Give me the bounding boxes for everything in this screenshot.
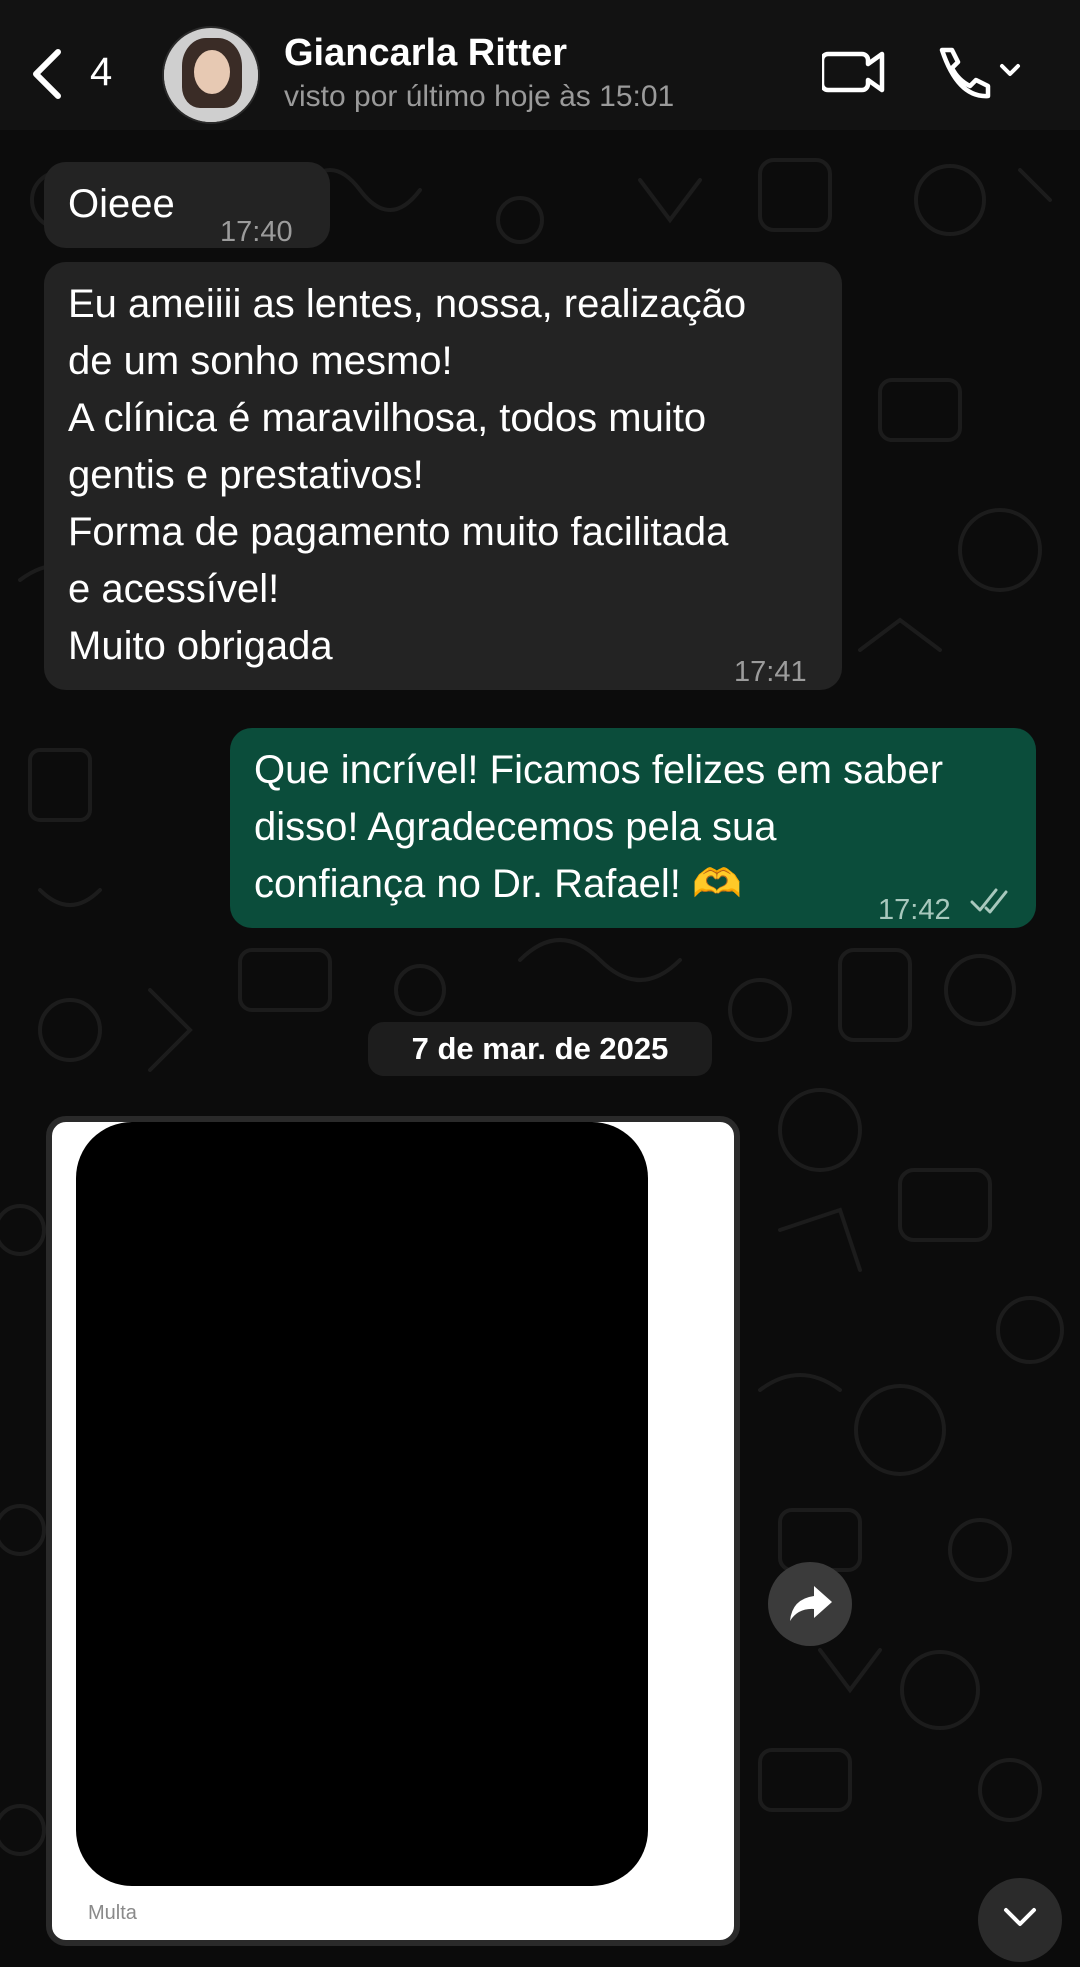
read-receipt-icon bbox=[970, 888, 1008, 914]
message-time: 17:41 bbox=[734, 656, 807, 688]
message-bubble-incoming[interactable]: Oieee 17:40 bbox=[44, 162, 330, 248]
unread-count[interactable]: 4 bbox=[90, 50, 112, 95]
chevron-down-icon bbox=[1004, 1908, 1036, 1926]
message-time: 17:42 bbox=[878, 894, 951, 926]
back-chevron-icon[interactable] bbox=[28, 46, 68, 102]
message-time: 17:40 bbox=[220, 216, 293, 248]
chevron-down-icon bbox=[1000, 64, 1020, 76]
forward-icon bbox=[790, 1586, 832, 1621]
message-line: Muito obrigada bbox=[68, 624, 333, 668]
message-line: Forma de pagamento muito facilitada bbox=[68, 510, 729, 554]
message-line: e acessível! bbox=[68, 567, 280, 611]
message-line: disso! Agradecemos pela sua bbox=[254, 805, 777, 849]
video-call-icon[interactable] bbox=[822, 46, 888, 98]
scroll-to-bottom-button[interactable] bbox=[978, 1878, 1062, 1962]
message-line: Eu ameiiii as lentes, nossa, realização bbox=[68, 282, 747, 326]
phone-call-icon[interactable] bbox=[930, 44, 1022, 100]
message-line: de um sonho mesmo! bbox=[68, 339, 453, 383]
date-separator: 7 de mar. de 2025 bbox=[368, 1022, 712, 1076]
contact-name[interactable]: Giancarla Ritter bbox=[284, 32, 567, 75]
redacted-image[interactable] bbox=[76, 1122, 648, 1886]
media-message[interactable]: Multa bbox=[46, 1116, 740, 1946]
message-text: Oieee bbox=[68, 182, 175, 226]
media-caption: Multa bbox=[88, 1902, 137, 1924]
forward-button[interactable] bbox=[768, 1562, 852, 1646]
last-seen-status: visto por último hoje às 15:01 bbox=[284, 80, 675, 113]
avatar[interactable] bbox=[162, 26, 260, 124]
message-line: confiança no Dr. Rafael! 🫶 bbox=[254, 862, 742, 906]
message-bubble-incoming[interactable]: Eu ameiiii as lentes, nossa, realização … bbox=[44, 262, 842, 690]
message-bubble-outgoing[interactable]: Que incrível! Ficamos felizes em saber d… bbox=[230, 728, 1036, 928]
message-line: Que incrível! Ficamos felizes em saber bbox=[254, 748, 944, 792]
message-text: Que incrível! Ficamos felizes em saber d… bbox=[254, 742, 943, 913]
chat-header: 4 Giancarla Ritter visto por último hoje… bbox=[0, 0, 1080, 130]
message-text: Eu ameiiii as lentes, nossa, realização … bbox=[68, 276, 746, 675]
message-line: gentis e prestativos! bbox=[68, 453, 424, 497]
message-line: A clínica é maravilhosa, todos muito bbox=[68, 396, 707, 440]
